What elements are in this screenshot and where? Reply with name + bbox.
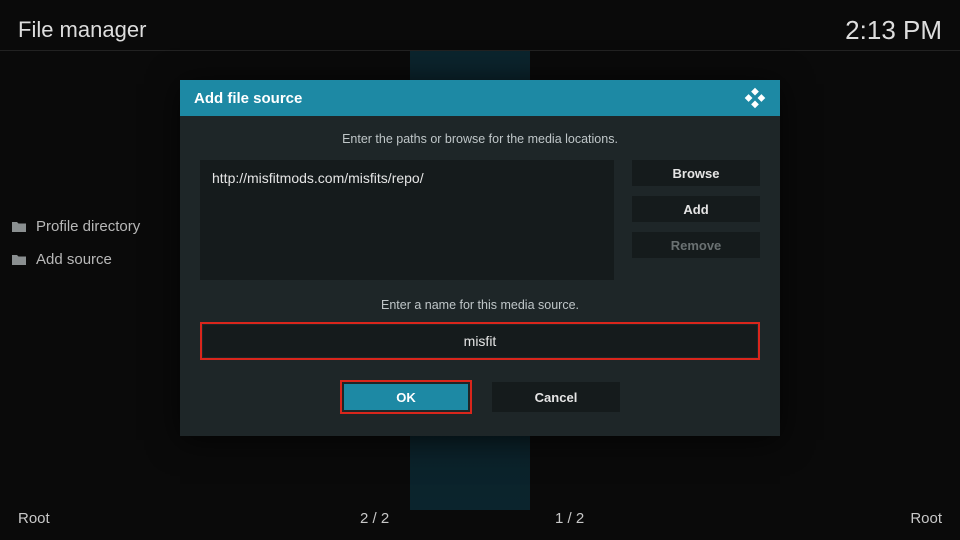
sidebar-item-label: Profile directory bbox=[36, 218, 140, 235]
add-button[interactable]: Add bbox=[632, 196, 760, 222]
footer-right-label: Root bbox=[910, 510, 942, 527]
folder-icon bbox=[12, 254, 26, 265]
header-time: 2:13 PM bbox=[845, 15, 942, 46]
footer-left-label: Root bbox=[18, 510, 50, 527]
footer: Root 2 / 2 1 / 2 Root bbox=[0, 506, 960, 530]
dialog-header: Add file source bbox=[180, 80, 780, 116]
sidebar-item-label: Add source bbox=[36, 251, 112, 268]
kodi-logo-icon bbox=[744, 87, 766, 109]
header-divider bbox=[0, 50, 960, 51]
name-input-highlight bbox=[200, 322, 760, 360]
footer-count-right: 1 / 2 bbox=[555, 510, 584, 527]
sidebar-item-profile-directory[interactable]: Profile directory bbox=[12, 210, 140, 243]
header-title: File manager bbox=[18, 17, 146, 43]
footer-count-left: 2 / 2 bbox=[360, 510, 389, 527]
path-instruction: Enter the paths or browse for the media … bbox=[200, 132, 760, 146]
add-file-source-dialog: Add file source Enter the paths or brows… bbox=[180, 80, 780, 436]
name-instruction: Enter a name for this media source. bbox=[200, 298, 760, 312]
path-input-value: http://misfitmods.com/misfits/repo/ bbox=[212, 170, 424, 186]
dialog-title: Add file source bbox=[194, 90, 302, 107]
app-header: File manager 2:13 PM bbox=[0, 10, 960, 50]
ok-button[interactable]: OK bbox=[344, 384, 468, 410]
sidebar: Profile directory Add source bbox=[12, 210, 140, 276]
cancel-button[interactable]: Cancel bbox=[492, 382, 620, 412]
remove-button: Remove bbox=[632, 232, 760, 258]
name-input[interactable] bbox=[203, 325, 757, 357]
folder-icon bbox=[12, 221, 26, 232]
path-input[interactable]: http://misfitmods.com/misfits/repo/ bbox=[200, 160, 614, 280]
browse-button[interactable]: Browse bbox=[632, 160, 760, 186]
sidebar-item-add-source[interactable]: Add source bbox=[12, 243, 140, 276]
ok-button-highlight: OK bbox=[340, 380, 472, 414]
